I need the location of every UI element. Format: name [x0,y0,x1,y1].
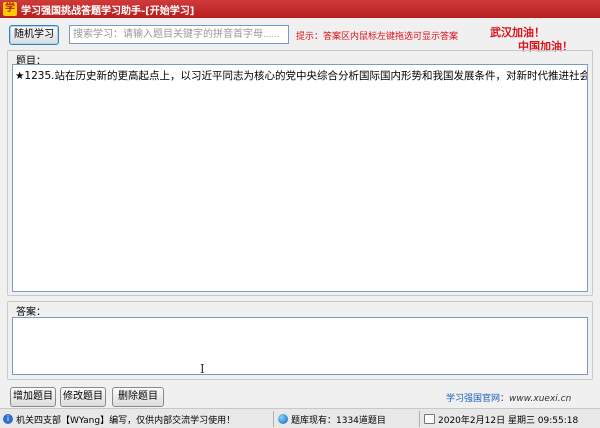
status-author: i 机关四支部【WYang】编写，仅供内部交流学习使用！ [3,412,235,426]
answer-label: 答案： [14,303,48,318]
edit-question-button[interactable]: 修改题目 [60,387,106,407]
title-bar: 学 学习强国挑战答题学习助手-[开始学习] [0,0,600,18]
search-input[interactable] [69,25,289,44]
app-icon: 学 [3,2,17,16]
globe-icon [278,414,288,424]
status-divider [419,411,420,427]
hint-text: 提示：答案区内鼠标左键拖选可显示答案 [296,32,459,42]
delete-question-button[interactable]: 删除题目 [112,387,164,407]
text-cursor-icon: I [200,362,205,376]
question-text: ★1235.站在历史新的更高起点上，以习近平同志为核心的党中央综合分析国际国内形… [15,70,588,82]
status-divider [273,411,274,427]
random-study-button[interactable]: 随机学习 [9,25,59,45]
status-count-text: 题库现有：1334道题目 [291,415,386,426]
calendar-icon [424,414,435,424]
add-question-button[interactable]: 增加题目 [10,387,56,407]
info-icon: i [3,414,13,424]
status-datetime-text: 2020年2月12日 星期三 09:55:18 [438,415,579,426]
official-site-link[interactable]: 学习强国官网：www.xuexi.cn [446,391,571,404]
question-group: 题目： ★1235.站在历史新的更高起点上，以习近平同志为核心的党中央综合分析国… [7,50,593,296]
answer-group: 答案： [7,301,593,380]
answer-textbox[interactable] [12,317,588,375]
status-datetime: 2020年2月12日 星期三 09:55:18 [424,412,578,426]
site-label-text: 学习强国官网： [446,394,510,404]
window-title: 学习强国挑战答题学习助手-[开始学习] [21,5,195,17]
status-count: 题库现有：1334道题目 [278,412,386,426]
status-author-text: 机关四支部【WYang】编写，仅供内部交流学习使用！ [16,415,236,426]
site-url: www.xuexi.cn [509,394,572,404]
status-bar: i 机关四支部【WYang】编写，仅供内部交流学习使用！ 题库现有：1334道题… [0,408,600,428]
question-textbox[interactable]: ★1235.站在历史新的更高起点上，以习近平同志为核心的党中央综合分析国际国内形… [12,64,588,292]
